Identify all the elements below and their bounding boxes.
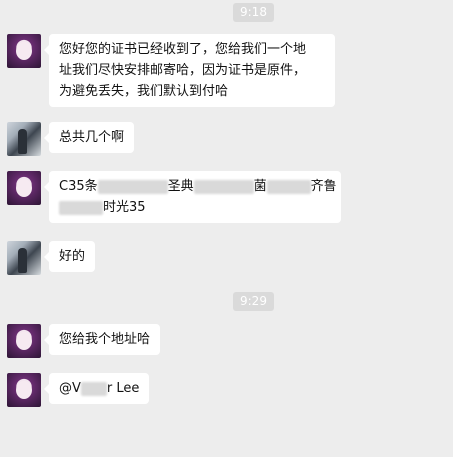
avatar[interactable]: [7, 241, 41, 275]
message-text: 总共几个啊: [59, 130, 125, 145]
message-text: 菌: [253, 179, 267, 194]
chat-history[interactable]: 9:18 您好您的证书已经收到了，您给我们一个地 址我们尽快安排邮寄哈，因为证书…: [0, 0, 453, 457]
message-bubble: 您给我个地址哈: [43, 324, 161, 355]
message-text-line: 址我们尽快安排邮寄哈，因为证书是原件，: [59, 63, 307, 78]
timestamp: 9:29: [233, 292, 274, 311]
redaction: [59, 200, 103, 215]
message-bubble: @V r Lee: [43, 373, 150, 404]
redaction: [266, 179, 311, 194]
redaction: [97, 179, 168, 194]
message-text: 圣典: [167, 179, 194, 194]
message-text: 您给我个地址哈: [59, 332, 151, 347]
mention-text: @V: [59, 381, 81, 396]
timestamp: 9:18: [233, 3, 274, 22]
avatar[interactable]: [7, 171, 41, 205]
avatar[interactable]: [7, 324, 41, 358]
redaction: [193, 179, 254, 194]
message-text: C35条: [59, 179, 98, 194]
message-bubble: C35条 圣典 菌 齐鲁 时光35: [44, 171, 341, 223]
message-text: 时光35: [103, 200, 146, 215]
message-text-line: C35条 圣典 菌 齐鲁: [59, 176, 337, 197]
message-text-line: 为避免丢失，我们默认到付哈: [59, 84, 229, 99]
message-text: 好的: [59, 249, 86, 264]
message-text-line: @V r Lee: [59, 381, 139, 396]
message-bubble: 您好您的证书已经收到了，您给我们一个地 址我们尽快安排邮寄哈，因为证书是原件， …: [44, 34, 335, 107]
message-text: 齐鲁: [310, 179, 337, 194]
message-text-line: 时光35: [59, 197, 331, 218]
redaction: [80, 381, 107, 396]
message-bubble: 好的: [43, 241, 96, 272]
avatar[interactable]: [7, 373, 41, 407]
avatar[interactable]: [7, 34, 41, 68]
avatar[interactable]: [7, 122, 41, 156]
message-text-line: 您好您的证书已经收到了，您给我们一个地: [59, 42, 307, 57]
mention-text: r Lee: [106, 381, 140, 396]
message-bubble: 总共几个啊: [43, 122, 135, 153]
